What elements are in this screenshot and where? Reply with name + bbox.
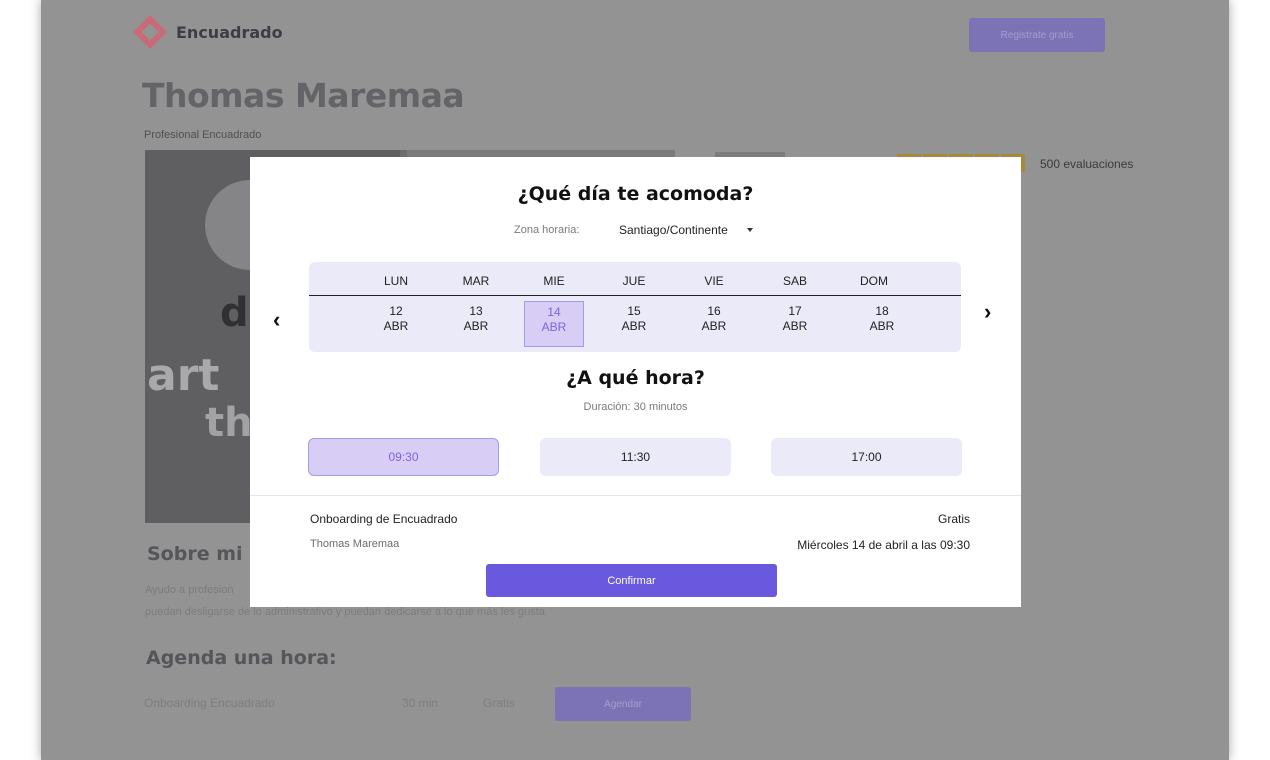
- logo-diamond-icon: [133, 15, 167, 49]
- day-number: 12: [389, 304, 403, 318]
- time-slot-selected[interactable]: 09:30: [308, 438, 499, 476]
- photo-text-art: art: [147, 350, 220, 401]
- duration-text: Duración: 30 minutos: [583, 401, 688, 413]
- day-cell[interactable]: 15 ABR: [604, 301, 664, 347]
- reviews-count[interactable]: 500 evaluaciones: [1040, 157, 1133, 171]
- day-month: ABR: [621, 319, 647, 333]
- about-title: Sobre mi: [147, 543, 243, 565]
- day-header: SAB: [782, 274, 807, 288]
- professional-name: Thomas Maremaa: [142, 76, 465, 115]
- day-header: DOM: [860, 274, 888, 288]
- agenda-title: Agenda una hora:: [146, 647, 337, 669]
- timezone-label: Zona horaria:: [514, 224, 580, 236]
- day-cell-selected[interactable]: 14 ABR: [524, 301, 584, 347]
- day-month: ABR: [701, 319, 727, 333]
- agenda-duration: 30 min: [402, 696, 439, 710]
- caret-down-icon[interactable]: [747, 228, 753, 232]
- day-number: 18: [875, 304, 889, 318]
- day-cell[interactable]: 18 ABR: [852, 301, 912, 347]
- confirm-button[interactable]: Confirmar: [486, 564, 777, 597]
- professional-subtitle: Profesional Encuadrado: [144, 129, 262, 141]
- day-header: MIE: [543, 274, 565, 288]
- day-header: MAR: [462, 274, 490, 288]
- timezone-select[interactable]: Santiago/Continente: [619, 223, 728, 237]
- agenda-button[interactable]: Agendar: [555, 687, 691, 721]
- day-number: 15: [627, 304, 641, 318]
- time-slot[interactable]: 11:30: [540, 438, 731, 476]
- day-month: ABR: [383, 319, 409, 333]
- summary-service: Onboarding de Encuadrado: [310, 512, 458, 526]
- time-slot[interactable]: 17:00: [771, 438, 962, 476]
- day-number: 13: [469, 304, 483, 318]
- calendar-divider: [309, 295, 961, 296]
- summary-price: Gratis: [937, 512, 970, 526]
- summary-professional: Thomas Maremaa: [310, 538, 400, 550]
- day-cell[interactable]: 12 ABR: [366, 301, 426, 347]
- summary-datetime: Miércoles 14 de abril a las 09:30: [797, 538, 970, 552]
- agenda-price: Gratis: [483, 696, 516, 710]
- day-number: 17: [788, 304, 802, 318]
- chevron-right-icon[interactable]: ›: [984, 299, 991, 325]
- booking-modal: ¿Qué día te acomoda? Zona horaria: Santi…: [250, 157, 1021, 607]
- time-title: ¿A qué hora?: [566, 367, 705, 389]
- photo-text-d: d: [220, 290, 249, 336]
- day-month: ABR: [782, 319, 808, 333]
- day-month: ABR: [869, 319, 895, 333]
- day-header: VIE: [704, 274, 724, 288]
- day-number: 14: [547, 305, 561, 319]
- day-header: LUN: [383, 274, 408, 288]
- agenda-service: Onboarding Encuadrado: [144, 696, 275, 710]
- calendar-week: LUN MAR MIE JUE VIE SAB DOM 12 ABR 13 AB…: [309, 262, 961, 352]
- day-cell[interactable]: 17 ABR: [765, 301, 825, 347]
- day-cell[interactable]: 16 ABR: [684, 301, 744, 347]
- logo-text: Encuadrado: [176, 22, 283, 42]
- modal-title: ¿Qué día te acomoda?: [517, 183, 754, 205]
- logo[interactable]: Encuadrado: [133, 15, 283, 49]
- chevron-left-icon[interactable]: ‹: [273, 307, 280, 333]
- signup-button[interactable]: Registrate gratis: [969, 18, 1105, 52]
- day-cell[interactable]: 13 ABR: [446, 301, 506, 347]
- day-month: ABR: [463, 319, 489, 333]
- summary-divider: [250, 495, 1021, 496]
- day-month: ABR: [541, 320, 567, 334]
- day-number: 16: [707, 304, 721, 318]
- day-header: JUE: [622, 274, 646, 288]
- photo-text-th: th: [205, 400, 253, 446]
